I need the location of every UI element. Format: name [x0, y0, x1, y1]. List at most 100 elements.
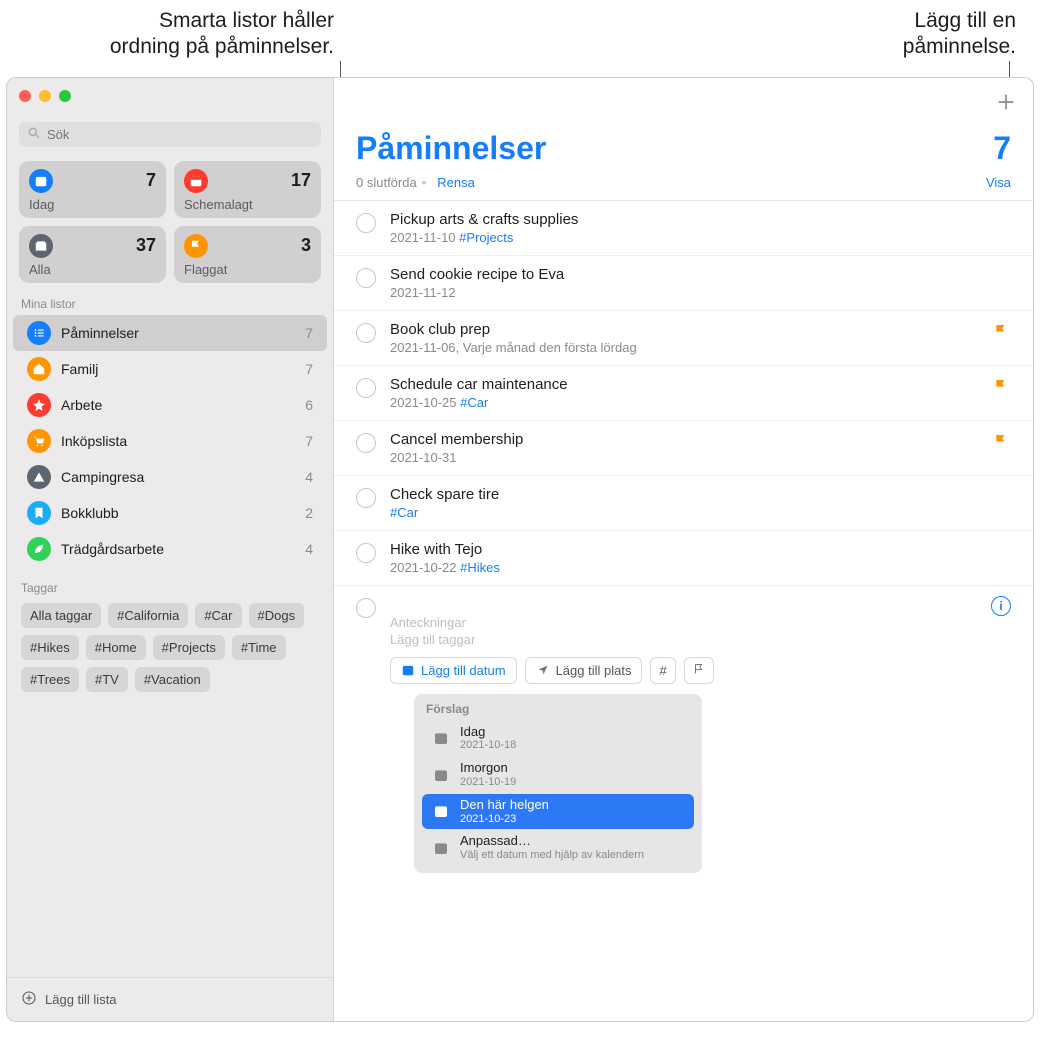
reminder-title: Book club prep — [390, 321, 979, 338]
smart-list-flagged-label: Flaggat — [184, 262, 311, 277]
reminder-row[interactable]: Hike with Tejo 2021-10-22 #Hikes — [334, 531, 1033, 586]
add-date-button[interactable]: Lägg till datum — [390, 657, 517, 684]
tag-chip[interactable]: #Time — [232, 635, 286, 660]
tag-chip[interactable]: #Car — [195, 603, 241, 628]
completed-status: 0 slutförda•Rensa — [356, 175, 475, 190]
complete-checkbox[interactable] — [356, 268, 376, 288]
location-arrow-icon — [536, 663, 550, 677]
new-reminder-row[interactable]: Anteckningar Lägg till taggar Lägg till … — [334, 586, 1033, 883]
smart-list-scheduled-label: Schemalagt — [184, 197, 311, 212]
bookmark-icon — [27, 501, 51, 525]
complete-checkbox[interactable] — [356, 378, 376, 398]
date-suggestion-item[interactable]: Anpassad…Välj ett datum med hjälp av kal… — [422, 830, 694, 866]
sidebar-list-item[interactable]: Inköpslista 7 — [13, 423, 327, 459]
calendar-icon — [432, 839, 450, 857]
date-suggestion-item[interactable]: Imorgon2021-10-19 — [422, 757, 694, 793]
minimize-window-button[interactable] — [39, 90, 51, 102]
smart-list-today[interactable]: 7 Idag — [19, 161, 166, 218]
flag-icon — [184, 234, 208, 258]
smart-list-all[interactable]: 37 Alla — [19, 226, 166, 283]
add-tag-button[interactable]: # — [650, 657, 675, 684]
clear-completed-button[interactable]: Rensa — [437, 175, 475, 190]
info-button[interactable]: i — [991, 596, 1011, 616]
tag-chip[interactable]: #Hikes — [21, 635, 79, 660]
tag-chip[interactable]: #Dogs — [249, 603, 305, 628]
date-suggestion-item[interactable]: Den här helgen2021-10-23 — [422, 794, 694, 830]
hashtag-icon: # — [659, 663, 666, 678]
sidebar-list-item[interactable]: Påminnelser 7 — [13, 315, 327, 351]
reminder-row[interactable]: Cancel membership 2021-10-31 — [334, 421, 1033, 476]
list-count: 7 — [305, 361, 313, 377]
smart-list-all-label: Alla — [29, 262, 156, 277]
calendar-today-icon — [29, 169, 53, 193]
date-suggestion-item[interactable]: Idag2021-10-18 — [422, 721, 694, 757]
star-icon — [27, 393, 51, 417]
add-location-button[interactable]: Lägg till plats — [525, 657, 643, 684]
reminder-title: Schedule car maintenance — [390, 376, 979, 393]
list-count: 4 — [305, 541, 313, 557]
window-controls — [7, 78, 333, 118]
sidebar-list-item[interactable]: Familj 7 — [13, 351, 327, 387]
sidebar-list-item[interactable]: Campingresa 4 — [13, 459, 327, 495]
main-pane: Påminnelser 7 0 slutförda•Rensa Visa Pic… — [334, 78, 1033, 1021]
smart-list-all-count: 37 — [136, 235, 156, 256]
complete-checkbox[interactable] — [356, 488, 376, 508]
add-list-button[interactable]: Lägg till lista — [7, 977, 333, 1021]
search-input[interactable] — [47, 127, 313, 142]
smart-list-scheduled[interactable]: 17 Schemalagt — [174, 161, 321, 218]
search-field[interactable] — [19, 122, 321, 147]
tent-icon — [27, 465, 51, 489]
reminder-row[interactable]: Send cookie recipe to Eva 2021-11-12 — [334, 256, 1033, 311]
suggestion-label: Den här helgen — [460, 798, 549, 813]
notes-placeholder[interactable]: Anteckningar — [390, 615, 977, 630]
add-flag-button[interactable] — [684, 657, 714, 684]
reminder-row[interactable]: Book club prep 2021-11-06, Varje månad d… — [334, 311, 1033, 366]
reminders-window: 7 Idag 17 Schemalagt 37 — [6, 77, 1034, 1022]
tag-chip[interactable]: #Projects — [153, 635, 225, 660]
close-window-button[interactable] — [19, 90, 31, 102]
complete-checkbox[interactable] — [356, 213, 376, 233]
list-count: 2 — [305, 505, 313, 521]
list-title: Påminnelser — [356, 130, 546, 167]
tag-chip[interactable]: #Trees — [21, 667, 79, 692]
fullscreen-window-button[interactable] — [59, 90, 71, 102]
show-completed-button[interactable]: Visa — [986, 175, 1011, 190]
tags-header: Taggar — [7, 567, 333, 599]
reminder-row[interactable]: Schedule car maintenance 2021-10-25 #Car — [334, 366, 1033, 421]
tag-chip[interactable]: #Vacation — [135, 667, 210, 692]
add-reminder-button[interactable] — [995, 91, 1017, 113]
tag-chip[interactable]: #Home — [86, 635, 146, 660]
complete-checkbox[interactable] — [356, 543, 376, 563]
tray-icon — [29, 234, 53, 258]
sidebar-list-item[interactable]: Arbete 6 — [13, 387, 327, 423]
leaf-icon — [27, 537, 51, 561]
calendar-icon — [432, 729, 450, 747]
list-name: Campingresa — [61, 469, 295, 485]
reminder-row[interactable]: Pickup arts & crafts supplies 2021-11-10… — [334, 201, 1033, 256]
complete-checkbox[interactable] — [356, 598, 376, 618]
my-lists-header: Mina listor — [7, 283, 333, 315]
tag-chip[interactable]: #California — [108, 603, 188, 628]
reminder-meta: 2021-10-25 #Car — [390, 395, 979, 410]
reminder-title: Hike with Tejo — [390, 541, 1011, 558]
reminder-meta: 2021-10-22 #Hikes — [390, 560, 1011, 575]
new-reminder-title-input[interactable] — [390, 596, 977, 613]
add-tags-placeholder[interactable]: Lägg till taggar — [390, 632, 977, 647]
flag-icon — [993, 378, 1011, 397]
reminder-meta: 2021-10-31 — [390, 450, 979, 465]
complete-checkbox[interactable] — [356, 323, 376, 343]
complete-checkbox[interactable] — [356, 433, 376, 453]
list-name: Bokklubb — [61, 505, 295, 521]
reminder-meta: #Car — [390, 505, 1011, 520]
reminder-meta: 2021-11-06, Varje månad den första lörda… — [390, 340, 979, 355]
calendar-icon — [184, 169, 208, 193]
list-count: 7 — [305, 325, 313, 341]
tag-chip[interactable]: #TV — [86, 667, 128, 692]
list-icon — [27, 321, 51, 345]
smart-list-flagged[interactable]: 3 Flaggat — [174, 226, 321, 283]
list-count: 7 — [993, 130, 1011, 167]
sidebar-list-item[interactable]: Trädgårdsarbete 4 — [13, 531, 327, 567]
sidebar-list-item[interactable]: Bokklubb 2 — [13, 495, 327, 531]
reminder-row[interactable]: Check spare tire #Car — [334, 476, 1033, 531]
tag-chip[interactable]: Alla taggar — [21, 603, 101, 628]
